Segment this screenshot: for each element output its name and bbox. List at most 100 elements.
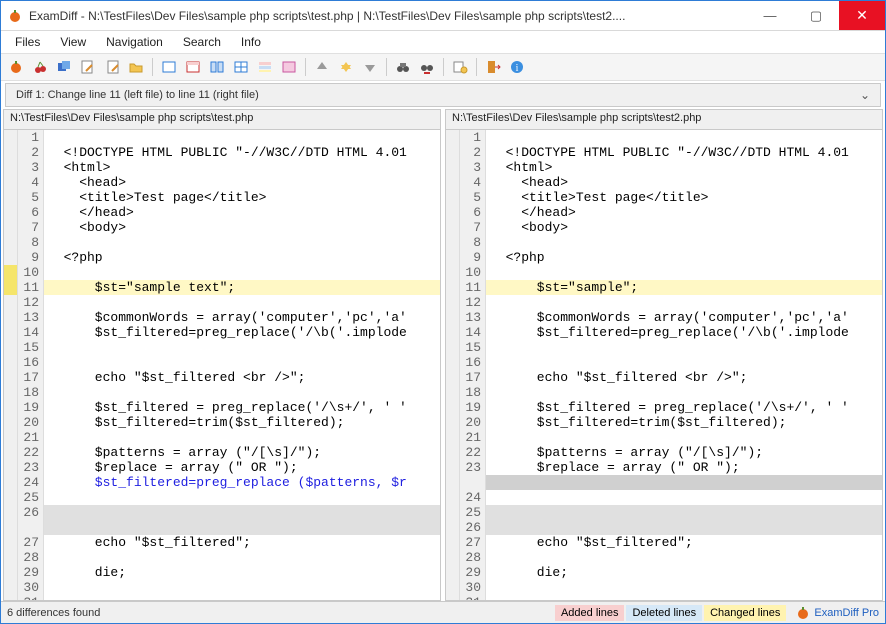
code-line[interactable]: 24 [446,490,882,505]
folder-button[interactable] [125,56,147,78]
promo-text: ExamDiff Pro [814,607,879,619]
code-line[interactable]: 21 [446,430,882,445]
code-line[interactable]: 27 echo "$st_filtered"; [4,535,440,550]
minimize-button[interactable]: — [747,1,793,30]
code-line[interactable]: 5 <title>Test page</title> [4,190,440,205]
code-line[interactable]: 31 [4,595,440,600]
right-code[interactable]: 12 <!DOCTYPE HTML PUBLIC "-//W3C//DTD HT… [446,130,882,600]
code-line[interactable]: 12 [446,295,882,310]
diff-marker [4,475,18,490]
code-line[interactable]: 4 <head> [4,175,440,190]
code-line[interactable]: 7 <body> [446,220,882,235]
code-line[interactable]: 11 $st="sample text"; [4,280,440,295]
code-line[interactable]: 7 <body> [4,220,440,235]
code-line[interactable]: 1 [4,130,440,145]
menu-view[interactable]: View [50,33,96,51]
pin-yellow-button[interactable] [335,56,357,78]
code-line[interactable]: 20 $st_filtered=trim($st_filtered); [4,415,440,430]
binoculars-next-button[interactable] [416,56,438,78]
code-line[interactable]: 29 die; [4,565,440,580]
pencil-right-button[interactable] [101,56,123,78]
code-line[interactable]: 3 <html> [446,160,882,175]
code-line[interactable]: 2 <!DOCTYPE HTML PUBLIC "-//W3C//DTD HTM… [446,145,882,160]
door-exit-button[interactable] [482,56,504,78]
info-blue-button[interactable]: i [506,56,528,78]
code-line[interactable]: 25 [446,505,882,520]
code-line[interactable]: 17 echo "$st_filtered <br />"; [446,370,882,385]
code-line[interactable]: 23 $replace = array (" OR "); [446,460,882,475]
code-line[interactable]: 3 <html> [4,160,440,175]
code-line[interactable]: 8 [4,235,440,250]
code-line[interactable]: 23 $replace = array (" OR "); [4,460,440,475]
pane-grid-button[interactable] [230,56,252,78]
code-line[interactable]: 26 [4,505,440,520]
code-line[interactable]: 6 </head> [446,205,882,220]
code-line[interactable] [446,475,882,490]
pane-colors-button[interactable] [254,56,276,78]
close-button[interactable]: ✕ [839,1,885,30]
code-line[interactable]: 28 [4,550,440,565]
maximize-button[interactable]: ▢ [793,1,839,30]
pane-single-button[interactable] [158,56,180,78]
code-line[interactable]: 4 <head> [446,175,882,190]
gear-panel-button[interactable] [449,56,471,78]
menu-search[interactable]: Search [173,33,231,51]
code-line[interactable]: 28 [446,550,882,565]
code-line[interactable]: 13 $commonWords = array('computer','pc',… [4,310,440,325]
code-line[interactable]: 16 [4,355,440,370]
code-line[interactable]: 14 $st_filtered=preg_replace('/\b('.impl… [446,325,882,340]
menu-files[interactable]: Files [5,33,50,51]
code-line[interactable]: 15 [446,340,882,355]
menu-navigation[interactable]: Navigation [96,33,173,51]
cherry-button[interactable] [29,56,51,78]
menu-info[interactable]: Info [231,33,271,51]
code-line[interactable] [4,520,440,535]
code-line[interactable]: 25 [4,490,440,505]
arrow-up-button[interactable] [311,56,333,78]
code-line[interactable]: 5 <title>Test page</title> [446,190,882,205]
pane-pink-button[interactable] [278,56,300,78]
code-line[interactable]: 12 [4,295,440,310]
code-line[interactable]: 30 [446,580,882,595]
diff-selector-dropdown-icon[interactable]: ⌄ [856,88,874,102]
code-line[interactable]: 9 <?php [4,250,440,265]
code-line[interactable]: 13 $commonWords = array('computer','pc',… [446,310,882,325]
code-line[interactable]: 19 $st_filtered = preg_replace('/\s+/', … [4,400,440,415]
code-line[interactable]: 15 [4,340,440,355]
diff-selector[interactable]: Diff 1: Change line 11 (left file) to li… [5,83,881,107]
apple-button[interactable] [5,56,27,78]
pane-stripe-button[interactable] [182,56,204,78]
left-code[interactable]: 12 <!DOCTYPE HTML PUBLIC "-//W3C//DTD HT… [4,130,440,600]
code-line[interactable]: 11 $st="sample"; [446,280,882,295]
code-line[interactable]: 18 [4,385,440,400]
code-line[interactable]: 26 [446,520,882,535]
code-line[interactable]: 22 $patterns = array ("/[\s]/"); [4,445,440,460]
pane-split-button[interactable] [206,56,228,78]
code-line[interactable]: 31 [446,595,882,600]
code-line[interactable]: 19 $st_filtered = preg_replace('/\s+/', … [446,400,882,415]
code-line[interactable]: 1 [446,130,882,145]
code-line[interactable]: 30 [4,580,440,595]
code-line[interactable]: 18 [446,385,882,400]
code-line[interactable]: 10 [4,265,440,280]
code-line[interactable]: 10 [446,265,882,280]
floppy-pair-button[interactable] [53,56,75,78]
code-line[interactable]: 22 $patterns = array ("/[\s]/"); [446,445,882,460]
code-line[interactable]: 24 $st_filtered=preg_replace ($patterns,… [4,475,440,490]
code-line[interactable]: 9 <?php [446,250,882,265]
code-line[interactable]: 8 [446,235,882,250]
code-line[interactable]: 14 $st_filtered=preg_replace('/\b('.impl… [4,325,440,340]
code-line[interactable]: 27 echo "$st_filtered"; [446,535,882,550]
binoculars-button[interactable] [392,56,414,78]
code-line[interactable]: 20 $st_filtered=trim($st_filtered); [446,415,882,430]
code-line[interactable]: 21 [4,430,440,445]
code-line[interactable]: 2 <!DOCTYPE HTML PUBLIC "-//W3C//DTD HTM… [4,145,440,160]
code-line[interactable]: 17 echo "$st_filtered <br />"; [4,370,440,385]
promo-link[interactable]: ExamDiff Pro [790,606,885,620]
arrow-down-button[interactable] [359,56,381,78]
code-line[interactable]: 16 [446,355,882,370]
code-line[interactable]: 29 die; [446,565,882,580]
pencil-left-button[interactable] [77,56,99,78]
line-text [486,385,882,400]
code-line[interactable]: 6 </head> [4,205,440,220]
